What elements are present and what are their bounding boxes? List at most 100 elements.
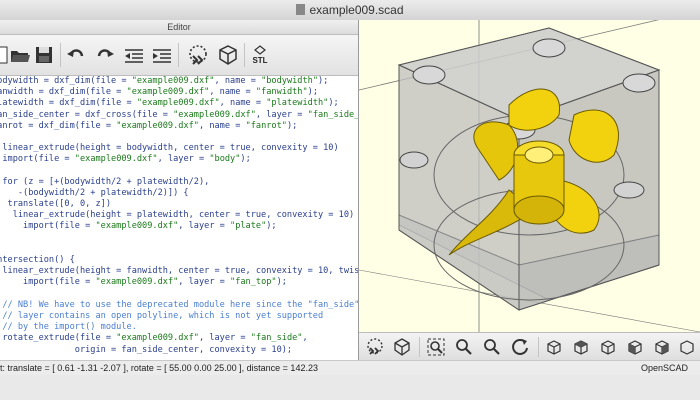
code-string: "example009.dxf": [136, 98, 220, 109]
code-text: , layer =: [157, 154, 210, 165]
indent-icon: [153, 49, 171, 63]
code-line[interactable]: for (z = [+(bodywidth/2 + platewidth/2),: [0, 177, 358, 188]
corner-post: [622, 73, 656, 93]
code-line[interactable]: intersection() {: [0, 255, 358, 266]
code-string: "bodywidth": [261, 76, 318, 86]
render-button[interactable]: [216, 43, 240, 67]
code-line[interactable]: import(file = "example009.dxf", layer = …: [0, 221, 358, 232]
code-line[interactable]: fanrot = dxf_dim(file = "example009.dxf"…: [0, 121, 358, 132]
toolbar-separator: [538, 337, 539, 357]
editor-pane: Editor STL bodywidth = dxf_dim(file = "e…: [0, 20, 359, 360]
code-line[interactable]: origin = fan_side_center, convexity = 10…: [0, 345, 358, 356]
undo-icon: [67, 49, 84, 57]
toolbar-separator: [178, 43, 179, 67]
code-line[interactable]: bodywidth = dxf_dim(file = "example009.d…: [0, 76, 358, 87]
code-line[interactable]: // layer contains an open polyline, whic…: [0, 311, 358, 322]
render-preview-button[interactable]: [365, 337, 385, 357]
code-editor[interactable]: bodywidth = dxf_dim(file = "example009.d…: [0, 76, 358, 360]
code-line[interactable]: // by the import() module.: [0, 322, 358, 333]
view-back-icon: [680, 340, 694, 355]
code-line[interactable]: [0, 289, 358, 300]
code-line[interactable]: rotate_extrude(file = "example009.dxf", …: [0, 333, 358, 344]
code-text: );: [276, 277, 287, 288]
code-text: ,: [302, 333, 308, 344]
view-bottom-icon: [601, 340, 615, 355]
window-title-text: example009.scad: [309, 3, 404, 17]
unindent-button[interactable]: [122, 43, 146, 67]
preview-gear-icon: [189, 45, 207, 65]
code-text: bodywidth = dxf_dim(file =: [0, 76, 132, 86]
view-right-icon: [547, 340, 561, 355]
view-left-icon: [628, 340, 642, 355]
code-string: "fan_side": [250, 333, 303, 344]
redo-icon: [97, 49, 114, 57]
save-button[interactable]: [32, 43, 56, 67]
view-top-button[interactable]: [571, 337, 591, 357]
code-string: "fan_top": [230, 277, 277, 288]
code-line[interactable]: linear_extrude(height = platewidth, cent…: [0, 210, 358, 221]
document-icon: [296, 4, 306, 15]
code-text: , layer =: [255, 109, 308, 120]
view-front-button[interactable]: [652, 337, 672, 357]
code-line[interactable]: fanwidth = dxf_dim(file = "example009.dx…: [0, 87, 358, 98]
code-line[interactable]: [0, 233, 358, 244]
view-left-button[interactable]: [625, 337, 645, 357]
zoom-in-button[interactable]: [454, 337, 474, 357]
code-line[interactable]: import(file = "example009.dxf", layer = …: [0, 277, 358, 288]
view-top-icon: [574, 340, 588, 355]
code-text: );: [328, 98, 339, 109]
code-text: , layer =: [178, 221, 231, 232]
indent-button[interactable]: [150, 43, 174, 67]
code-line[interactable]: // NB! We have to use the deprecated mod…: [0, 300, 358, 311]
undo-button[interactable]: [64, 43, 88, 67]
code-text: , name =: [219, 98, 267, 109]
zoom-all-button[interactable]: [426, 337, 446, 357]
view-toolbar: [359, 332, 700, 361]
code-text: , layer =: [198, 333, 251, 344]
3d-viewport[interactable]: [359, 20, 700, 332]
view-back-button[interactable]: [677, 337, 697, 357]
corner-post: [412, 65, 446, 85]
code-comment: // NB! We have to use the deprecated mod…: [0, 299, 359, 310]
open-file-button[interactable]: [8, 43, 32, 67]
redo-button[interactable]: [93, 43, 117, 67]
code-line[interactable]: import(file = "example009.dxf", layer = …: [0, 154, 358, 165]
code-string: "platewidth": [266, 98, 329, 109]
code-text: import(file =: [0, 221, 96, 232]
code-line[interactable]: linear_extrude(height = bodywidth, cente…: [0, 143, 358, 154]
code-string: "body": [209, 154, 241, 165]
code-line[interactable]: [0, 166, 358, 177]
view-bottom-button[interactable]: [598, 337, 618, 357]
code-line[interactable]: linear_extrude(height = fanwidth, center…: [0, 266, 358, 277]
zoom-out-button[interactable]: [482, 337, 502, 357]
code-line[interactable]: fan_side_center = dxf_cross(file = "exam…: [0, 110, 358, 121]
view-right-button[interactable]: [544, 337, 564, 357]
folder-icon: [11, 51, 30, 62]
render-cube-icon: [394, 338, 410, 356]
preview-button[interactable]: [186, 43, 210, 67]
code-text: import(file =: [0, 154, 75, 165]
code-string: "example009.dxf": [116, 333, 199, 344]
code-text: );: [307, 87, 319, 98]
code-line[interactable]: translate([0, 0, z]): [0, 199, 358, 210]
code-text: );: [266, 221, 277, 232]
code-line[interactable]: -(bodywidth/2 + platewidth/2)]) {: [0, 188, 358, 199]
zoom-in-icon: [456, 339, 472, 355]
code-text: );: [286, 120, 298, 131]
code-text: for (z = [+(bodywidth/2 + platewidth/2),: [0, 176, 210, 187]
fan-hub-bottom: [513, 195, 565, 225]
code-string: "example009.dxf": [173, 109, 256, 120]
render-cgal-button[interactable]: [392, 337, 412, 357]
stl-export-icon: STL: [252, 45, 268, 65]
save-disk-icon: [36, 47, 52, 63]
app-name-label: OpenSCAD: [640, 363, 688, 373]
code-line[interactable]: platewidth = dxf_dim(file = "example009.…: [0, 98, 358, 109]
export-stl-button[interactable]: STL: [248, 43, 272, 67]
reset-view-button[interactable]: [510, 337, 530, 357]
reset-view-icon: [512, 339, 528, 355]
code-line[interactable]: [0, 132, 358, 143]
toolbar-separator: [419, 337, 420, 357]
editor-toolbar: STL: [0, 35, 358, 76]
code-line[interactable]: [0, 244, 358, 255]
code-string: "example009.dxf": [131, 76, 215, 86]
